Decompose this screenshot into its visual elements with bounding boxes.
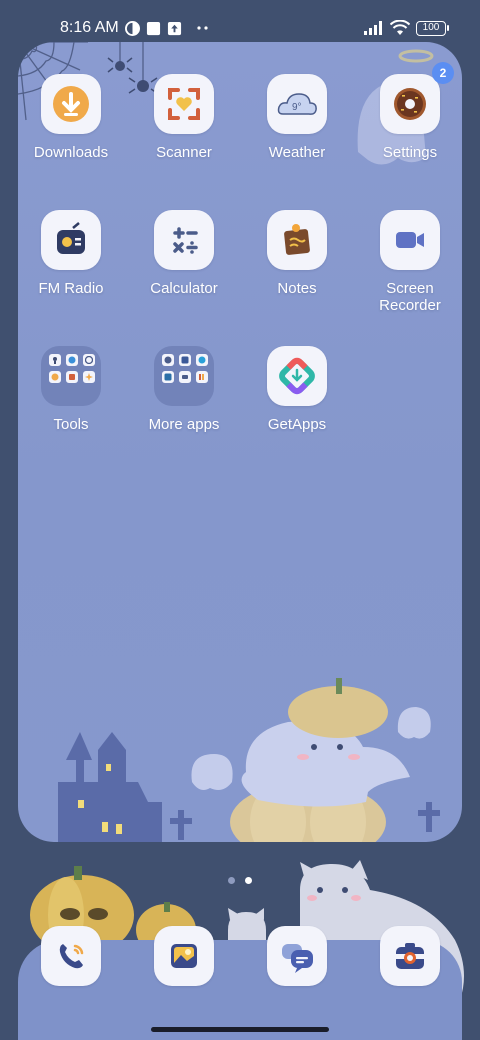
camera-icon [380, 926, 440, 986]
mini-app-icon [49, 354, 61, 366]
dock-gallery[interactable] [154, 926, 214, 986]
weather-icon: 9° [267, 74, 327, 134]
dock-phone[interactable] [41, 926, 101, 986]
dock-messages[interactable] [267, 926, 327, 986]
home-indicator[interactable] [151, 1027, 329, 1032]
calculator-icon [154, 210, 214, 270]
mini-app-icon [49, 371, 61, 383]
mini-app-icon [83, 371, 95, 383]
mini-app-icon [162, 371, 174, 383]
scanner-icon [154, 74, 214, 134]
app-downloads[interactable]: Downloads [16, 74, 126, 161]
folder-icon [154, 346, 214, 406]
app-getapps[interactable]: GetApps [242, 346, 352, 433]
downloads-icon [41, 74, 101, 134]
app-scanner[interactable]: Scanner [129, 74, 239, 161]
app-label: FM Radio [38, 280, 104, 297]
app-screen-recorder[interactable]: Screen Recorder [355, 210, 465, 314]
app-label: GetApps [267, 416, 327, 433]
app-label: Notes [277, 280, 317, 297]
home-app-grid: Downloads Scanner 9° Weather 2 Settings … [0, 0, 480, 460]
messages-icon [267, 926, 327, 986]
settings-icon: 2 [380, 62, 454, 134]
app-weather[interactable]: 9° Weather [242, 74, 352, 161]
app-label: More apps [148, 416, 220, 433]
phone-icon [41, 926, 101, 986]
svg-text:9°: 9° [292, 102, 302, 113]
mini-app-icon [83, 354, 95, 366]
mini-app-icon [66, 354, 78, 366]
folder-more-apps[interactable]: More apps [129, 346, 239, 433]
app-fm-radio[interactable]: FM Radio [16, 210, 126, 297]
app-notes[interactable]: Notes [242, 210, 352, 297]
app-settings[interactable]: 2 Settings [355, 62, 465, 161]
app-label: Calculator [150, 280, 218, 297]
video-camera-icon [380, 210, 440, 270]
mini-app-icon [196, 354, 208, 366]
app-label: Downloads [33, 144, 109, 161]
app-label: Screen Recorder [379, 280, 441, 314]
notification-badge: 2 [432, 62, 454, 84]
getapps-icon [267, 346, 327, 406]
folder-tools[interactable]: Tools [16, 346, 126, 433]
fm-radio-icon [41, 210, 101, 270]
mini-app-icon [66, 371, 78, 383]
app-label: Tools [53, 416, 89, 433]
app-label: Scanner [156, 144, 212, 161]
app-label: Weather [268, 144, 326, 161]
gallery-icon [154, 926, 214, 986]
mini-app-icon [196, 371, 208, 383]
mini-app-icon [179, 354, 191, 366]
dock-camera[interactable] [380, 926, 440, 986]
mini-app-icon [162, 354, 174, 366]
notes-icon [267, 210, 327, 270]
folder-icon [41, 346, 101, 406]
app-label: Settings [382, 144, 438, 161]
mini-app-icon [179, 371, 191, 383]
app-calculator[interactable]: Calculator [129, 210, 239, 297]
